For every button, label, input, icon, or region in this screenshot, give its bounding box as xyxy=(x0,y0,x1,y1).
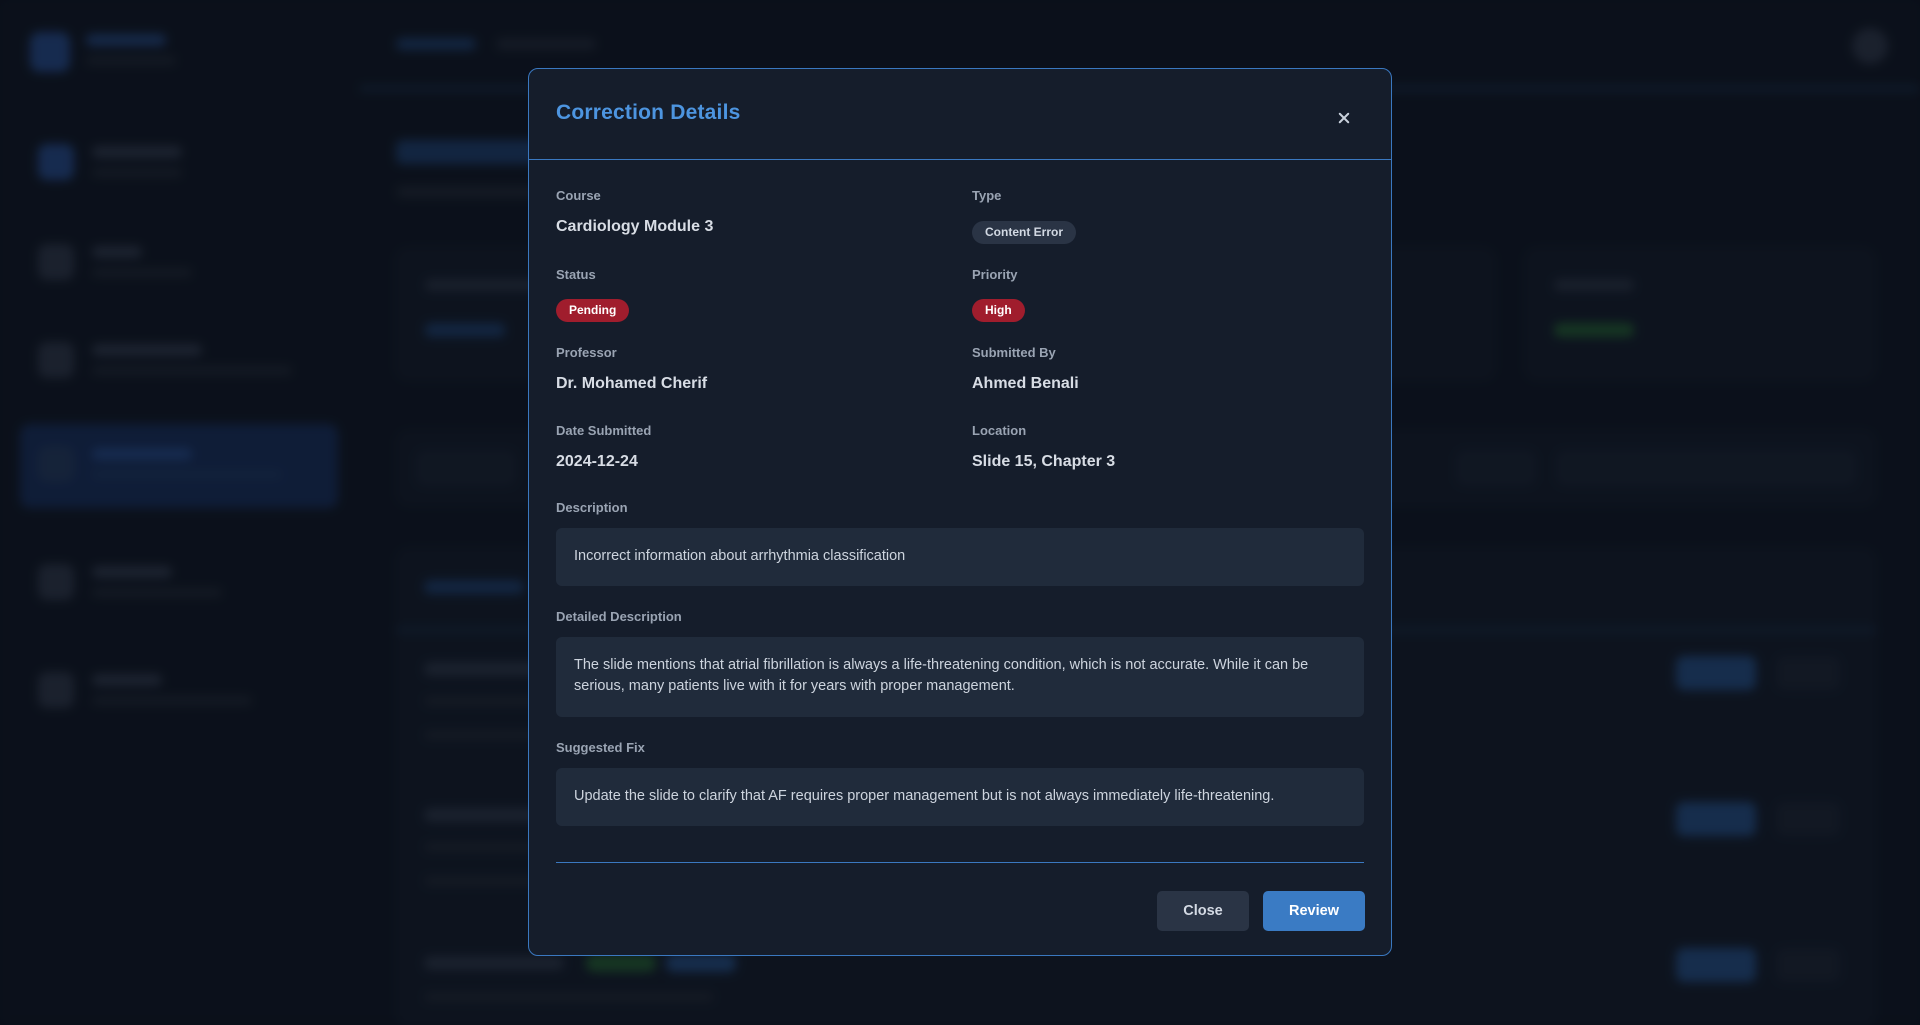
suggested-fix-box: Update the slide to clarify that AF requ… xyxy=(556,768,1364,826)
correction-details-modal: Correction Details Course Cardiology Mod… xyxy=(528,68,1392,956)
priority-badge: High xyxy=(972,299,1025,322)
description-label: Description xyxy=(556,500,628,515)
priority-label: Priority xyxy=(972,267,1018,282)
suggested-fix-label: Suggested Fix xyxy=(556,740,645,755)
close-button[interactable]: Close xyxy=(1157,891,1249,931)
detailed-description-box: The slide mentions that atrial fibrillat… xyxy=(556,637,1364,717)
description-box: Incorrect information about arrhythmia c… xyxy=(556,528,1364,586)
type-badge: Content Error xyxy=(972,221,1076,244)
submitted-by-value: Ahmed Benali xyxy=(972,375,1079,392)
modal-header: Correction Details xyxy=(529,69,1391,160)
location-value: Slide 15, Chapter 3 xyxy=(972,453,1116,470)
date-submitted-value: 2024-12-24 xyxy=(556,453,638,470)
detailed-description-label: Detailed Description xyxy=(556,609,682,624)
course-label: Course xyxy=(556,188,601,203)
submitted-by-label: Submitted By xyxy=(972,345,1056,360)
course-value: Cardiology Module 3 xyxy=(556,218,714,235)
status-label: Status xyxy=(556,267,596,282)
professor-label: Professor xyxy=(556,345,617,360)
close-icon[interactable] xyxy=(1333,107,1355,129)
date-submitted-label: Date Submitted xyxy=(556,423,652,438)
review-button[interactable]: Review xyxy=(1263,891,1365,931)
location-label: Location xyxy=(972,423,1027,438)
status-badge: Pending xyxy=(556,299,630,322)
professor-value: Dr. Mohamed Cherif xyxy=(556,375,708,392)
footer-divider xyxy=(556,862,1364,863)
modal-title: Correction Details xyxy=(556,101,741,124)
type-label: Type xyxy=(972,188,1002,203)
